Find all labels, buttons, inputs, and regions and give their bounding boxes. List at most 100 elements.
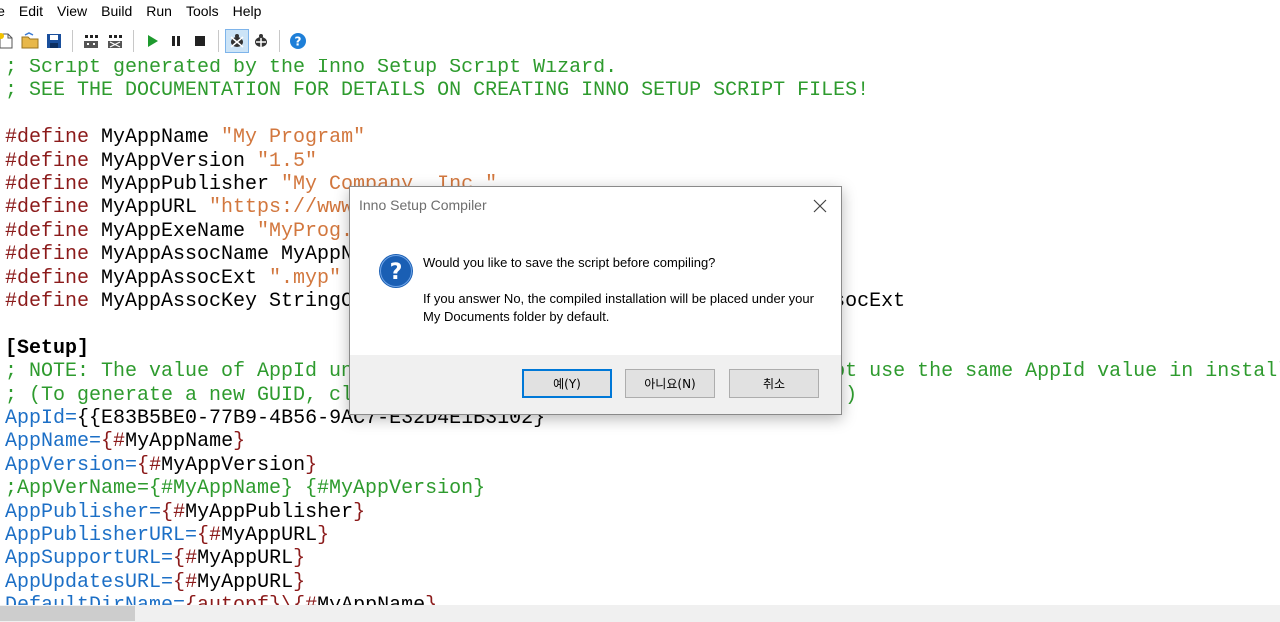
code-line: [Setup] [5, 337, 89, 360]
code-line: #define MyAppVersion "1.5" [5, 150, 317, 173]
code-token: } [425, 594, 437, 605]
dialog-message: If you answer No, the compiled installat… [423, 291, 814, 324]
code-token: = [89, 430, 102, 454]
code-token: #define [5, 219, 90, 243]
code-token: } [233, 430, 246, 454]
menu-run[interactable]: Run [139, 0, 179, 23]
code-token: [Setup] [5, 336, 90, 360]
toolbar: ? [0, 23, 1280, 59]
code-token: MyAppName [89, 126, 222, 150]
code-token: MyAppVersion [89, 149, 258, 173]
code-token: = [161, 547, 174, 571]
save-before-compile-dialog: Inno Setup Compiler ? Would you like to … [349, 186, 842, 415]
run-icon[interactable] [140, 29, 164, 53]
code-token: = [161, 570, 174, 594]
code-token: { [173, 547, 186, 571]
svg-text:?: ? [295, 35, 302, 49]
code-token: AppId [5, 407, 66, 430]
code-token: #define [5, 266, 90, 290]
help-icon[interactable]: ? [286, 29, 310, 53]
code-token: {autopf}\ [185, 594, 293, 605]
code-token: # [185, 547, 198, 571]
code-token: # [173, 500, 186, 524]
code-token: ".myp" [269, 266, 342, 290]
menu-bar: le Edit View Build Run Tools Help [0, 0, 1280, 23]
code-token: } [293, 570, 306, 594]
code-token: MyAppAssocExt [89, 266, 270, 290]
code-line: ; Script generated by the Inno Setup Scr… [5, 59, 617, 79]
code-token: } [317, 524, 330, 547]
code-token: MyAppURL [221, 524, 318, 547]
debug-step-over-icon[interactable] [249, 29, 273, 53]
dialog-question: Would you like to save the script before… [423, 255, 716, 270]
code-line: ; SEE THE DOCUMENTATION FOR DETAILS ON C… [5, 79, 869, 102]
code-token: { [161, 500, 174, 524]
code-token: { [197, 524, 210, 547]
code-token: AppSupportURL [5, 547, 162, 571]
menu-view[interactable]: View [50, 0, 94, 23]
open-file-icon[interactable] [18, 29, 42, 53]
code-token: = [65, 407, 78, 430]
code-line: AppPublisherURL={#MyAppURL} [5, 524, 329, 547]
stop-icon[interactable] [188, 29, 212, 53]
question-icon: ? [378, 253, 414, 289]
code-token: ;AppVerName={#MyAppName} {#MyAppVersion} [5, 477, 486, 501]
code-line: AppName={#MyAppName} [5, 430, 245, 453]
no-button[interactable]: 아니요(N) [625, 369, 715, 398]
menu-build[interactable]: Build [94, 0, 139, 23]
scrollbar-thumb[interactable] [0, 606, 135, 621]
code-token: AppName [5, 430, 90, 454]
code-token: MyAppName [125, 430, 234, 454]
code-token: # [149, 453, 162, 477]
close-icon[interactable] [809, 195, 831, 217]
code-token: "1.5" [257, 149, 318, 173]
save-icon[interactable] [42, 29, 66, 53]
code-token: = [185, 524, 198, 547]
code-token: MyAppURL [197, 547, 294, 571]
code-line: AppPublisher={#MyAppPublisher} [5, 501, 365, 524]
code-line: #define MyAppAssocExt ".myp" [5, 267, 341, 290]
code-token: { [173, 570, 186, 594]
stop-compile-icon[interactable] [103, 29, 127, 53]
code-token: { [101, 430, 114, 454]
code-token: "My Program" [221, 126, 366, 150]
code-token: MyAppURL [89, 196, 210, 220]
code-token: # [113, 430, 126, 454]
cancel-button[interactable]: 취소 [729, 369, 819, 398]
yes-button[interactable]: 예(Y) [522, 369, 612, 398]
code-token: AppPublisher [5, 500, 150, 524]
code-token: } [353, 500, 366, 524]
code-line: #define MyAppName "My Program" [5, 126, 365, 149]
code-token: #define [5, 196, 90, 220]
code-token: MyAppName [317, 594, 425, 605]
code-token: = [173, 594, 185, 605]
code-line: ;AppVerName={#MyAppName} {#MyAppVersion} [5, 477, 485, 500]
menu-help[interactable]: Help [226, 0, 269, 23]
code-token: #define [5, 243, 90, 267]
horizontal-scrollbar[interactable] [0, 605, 1280, 622]
code-token: ; Script generated by the Inno Setup Scr… [5, 59, 618, 79]
code-token: AppUpdatesURL [5, 570, 162, 594]
menu-edit[interactable]: Edit [12, 0, 50, 23]
toolbar-separator [279, 30, 280, 52]
compile-icon[interactable] [79, 29, 103, 53]
code-line: AppUpdatesURL={#MyAppURL} [5, 571, 305, 594]
code-token: } [305, 453, 318, 477]
code-token: #define [5, 290, 90, 313]
toolbar-separator [72, 30, 73, 52]
menu-file[interactable]: le [0, 0, 12, 23]
code-token: MyAppPublisher [185, 500, 354, 524]
code-line: AppSupportURL={#MyAppURL} [5, 547, 305, 570]
new-file-icon[interactable] [0, 29, 18, 53]
menu-tools[interactable]: Tools [179, 0, 226, 23]
svg-text:?: ? [390, 260, 403, 285]
code-token: MyAppURL [197, 570, 294, 594]
code-token: # [305, 594, 317, 605]
code-token: #define [5, 173, 90, 196]
code-token: = [149, 500, 162, 524]
pause-icon[interactable] [164, 29, 188, 53]
code-token: # [209, 524, 222, 547]
dialog-button-bar: 예(Y) 아니요(N) 취소 [350, 355, 841, 414]
debug-step-icon[interactable] [225, 29, 249, 53]
code-line: DefaultDirName={autopf}\{#MyAppName} [5, 594, 437, 605]
